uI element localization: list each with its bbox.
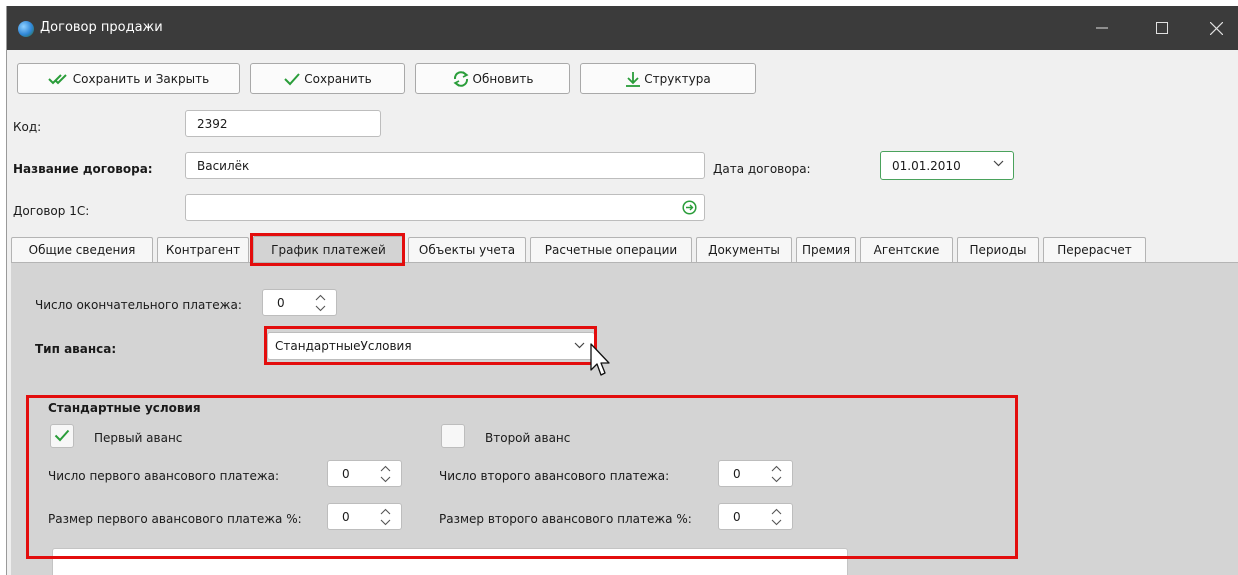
save-button[interactable]: Сохранить <box>250 63 405 94</box>
tab-label: Периоды <box>969 243 1027 257</box>
tab-periods[interactable]: Периоды <box>957 237 1039 262</box>
code-value: 2392 <box>197 116 228 131</box>
code-label: Код: <box>13 120 42 134</box>
tab-label: Агентские <box>873 243 940 257</box>
chevron-down-icon <box>993 160 1004 167</box>
tab-label: Перерасчет <box>1057 243 1132 257</box>
structure-label: Структура <box>644 71 711 86</box>
final-payment-count-label: Число окончательного платежа: <box>35 298 242 312</box>
tab-bonus[interactable]: Премия <box>796 237 856 262</box>
highlight-tab-frame <box>250 233 405 266</box>
contract-window: Договор продажи Сохранить и Закрыть Сохр… <box>6 6 1238 575</box>
minimize-button[interactable] <box>1079 6 1125 50</box>
highlight-standard-conditions-frame <box>26 395 1018 559</box>
maximize-icon <box>1156 22 1168 34</box>
check-icon <box>284 72 300 85</box>
contract-name-value: Василёк <box>197 158 250 173</box>
close-icon <box>1210 22 1223 35</box>
download-arrow-icon <box>626 71 641 87</box>
tab-agency[interactable]: Агентские <box>860 237 953 262</box>
tab-label: Контрагент <box>165 243 241 257</box>
contract-date-value: 01.01.2010 <box>892 158 961 173</box>
highlight-advance-type-frame <box>264 326 597 365</box>
spin-arrows-icon <box>315 294 326 312</box>
save-label: Сохранить <box>304 71 372 86</box>
minimize-icon <box>1096 27 1108 29</box>
contract-name-label: Название договора: <box>13 162 153 176</box>
tab-label: Документы <box>708 243 780 257</box>
refresh-button[interactable]: Обновить <box>415 63 570 94</box>
tab-label: Объекты учета <box>418 243 516 257</box>
window-title: Договор продажи <box>40 20 163 35</box>
contract-name-field[interactable]: Василёк <box>185 152 705 179</box>
save-and-close-label: Сохранить и Закрыть <box>72 71 210 86</box>
contract-1c-field[interactable] <box>185 194 705 221</box>
arrow-circle-icon[interactable] <box>682 200 697 215</box>
tab-label: Премия <box>801 243 851 257</box>
tab-recalculation[interactable]: Перерасчет <box>1043 237 1146 262</box>
final-payment-count-stepper[interactable]: 0 <box>262 289 337 316</box>
tab-settlements[interactable]: Расчетные операции <box>530 237 692 262</box>
close-button[interactable] <box>1193 6 1238 50</box>
title-bar: Договор продажи <box>7 6 1238 50</box>
advance-type-label: Тип аванса: <box>35 342 117 356</box>
tab-general[interactable]: Общие сведения <box>11 237 153 262</box>
refresh-label: Обновить <box>472 71 534 86</box>
refresh-icon <box>453 70 469 87</box>
tab-counterparty[interactable]: Контрагент <box>157 237 249 262</box>
final-payment-count-value: 0 <box>277 295 285 310</box>
maximize-button[interactable] <box>1139 6 1185 50</box>
contract-date-label: Дата договора: <box>713 162 811 176</box>
mouse-cursor-icon <box>590 343 610 376</box>
code-field[interactable]: 2392 <box>185 110 381 137</box>
globe-icon <box>18 21 34 37</box>
contract-date-picker[interactable]: 01.01.2010 <box>880 151 1014 180</box>
structure-button[interactable]: Структура <box>580 63 756 94</box>
save-and-close-button[interactable]: Сохранить и Закрыть <box>17 63 240 94</box>
double-check-icon <box>48 73 67 84</box>
tab-label: Расчетные операции <box>544 243 678 257</box>
tab-accounting-objects[interactable]: Объекты учета <box>408 237 526 262</box>
tab-label: Общие сведения <box>28 243 136 257</box>
contract-1c-label: Договор 1С: <box>13 204 90 218</box>
tab-documents[interactable]: Документы <box>696 237 792 262</box>
